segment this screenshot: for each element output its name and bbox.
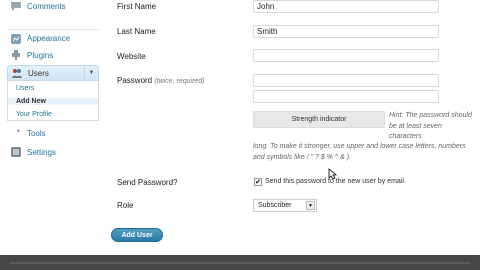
first-name-input[interactable] xyxy=(253,0,439,13)
add-user-form: First Name Last Name Website Password (t… xyxy=(0,0,480,255)
footer-divider xyxy=(10,262,470,264)
role-selected-value: Subscriber xyxy=(258,202,292,209)
website-input[interactable] xyxy=(253,49,439,62)
password-label-text: Password xyxy=(117,76,153,85)
chevron-down-icon: ▼ xyxy=(306,201,315,210)
password-hint: (twice, required) xyxy=(154,78,205,85)
last-name-label: Last Name xyxy=(117,27,156,36)
last-name-input[interactable] xyxy=(253,25,439,38)
website-label: Website xyxy=(117,52,146,61)
password-hint-text-1: Hint: The password should be at least se… xyxy=(389,112,472,140)
send-password-checkbox[interactable]: ✔ xyxy=(254,178,262,186)
role-label: Role xyxy=(117,201,134,210)
role-select[interactable]: Subscriber ▼ xyxy=(253,199,317,212)
password-input-2[interactable] xyxy=(253,90,439,103)
add-user-button[interactable]: Add User xyxy=(111,228,163,242)
password-input-1[interactable] xyxy=(253,74,439,87)
password-hint-text-2: long. To make it stronger, use upper and… xyxy=(253,143,466,161)
password-label: Password (twice, required) xyxy=(117,76,205,85)
mouse-cursor-icon xyxy=(328,168,338,180)
send-password-label: Send Password? xyxy=(117,178,178,187)
strength-indicator: Strength indicator xyxy=(253,111,385,128)
first-name-label: First Name xyxy=(117,2,157,11)
